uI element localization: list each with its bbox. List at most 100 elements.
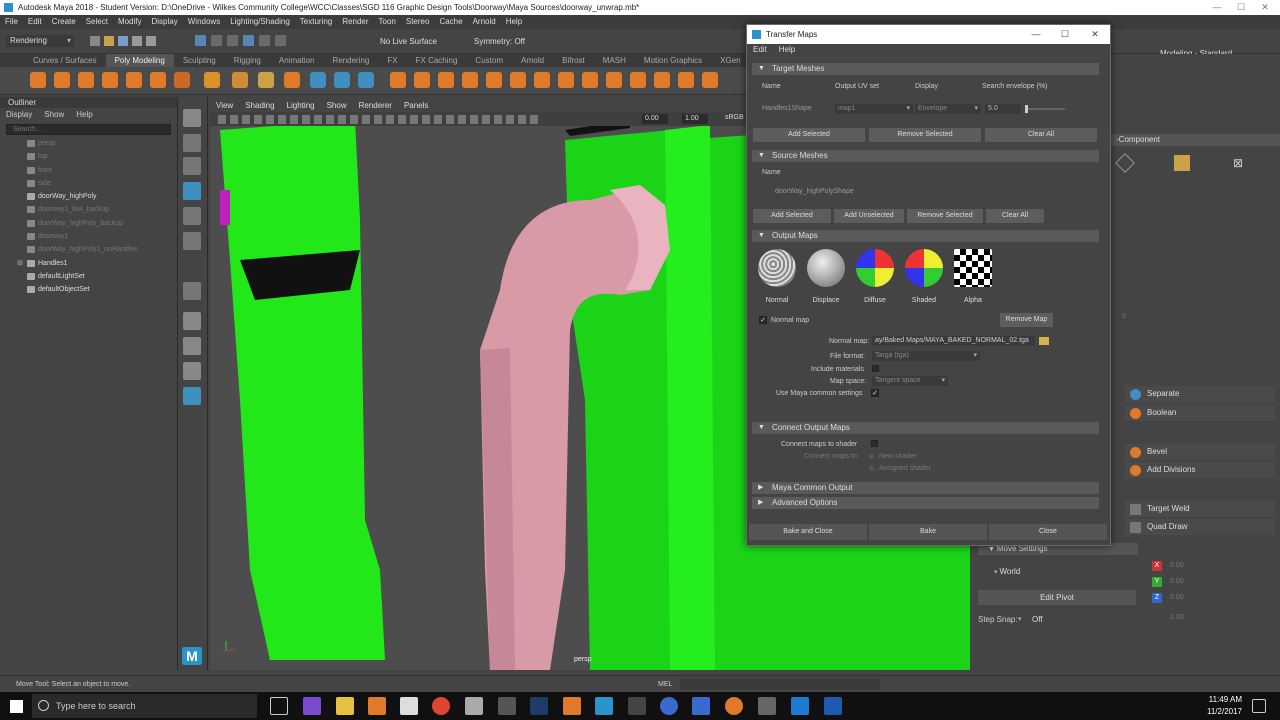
shelf-tab-poly-modeling[interactable]: Poly Modeling — [105, 54, 174, 67]
normal-map-path-input[interactable]: ay/Baked Maps/MAYA_BAKED_NORMAL_02.tga — [872, 336, 1035, 346]
outliner-search-input[interactable]: Search... — [6, 124, 171, 135]
task-view-icon[interactable] — [270, 697, 288, 715]
bool-icon[interactable] — [462, 72, 478, 88]
file-format-dropdown[interactable]: Targa (tga) — [872, 351, 980, 361]
menu-windows[interactable]: Windows — [183, 15, 225, 29]
target-weld-button[interactable]: Target Weld — [1125, 501, 1275, 517]
outliner-item-default-light-set[interactable]: defaultLightSet — [0, 270, 177, 283]
shelf-tab-rigging[interactable]: Rigging — [225, 54, 270, 67]
new-scene-icon[interactable] — [90, 36, 100, 46]
search-envelope-input[interactable]: 5.0 — [985, 104, 1021, 114]
common-settings-checkbox[interactable]: ✓ — [871, 389, 879, 397]
alpha-map-icon[interactable] — [954, 249, 992, 287]
outliner-menu-display[interactable]: Display — [0, 108, 38, 122]
shelf-tab-mash[interactable]: MASH — [594, 54, 635, 67]
vlc-icon[interactable] — [368, 697, 386, 715]
app2-icon[interactable] — [465, 697, 483, 715]
viewport-field-2[interactable]: 1.00 — [682, 114, 708, 124]
open-scene-icon[interactable] — [104, 36, 114, 46]
new-shader-radio[interactable] — [869, 454, 874, 459]
menu-arnold[interactable]: Arnold — [468, 15, 501, 29]
dialog-menu-edit[interactable]: Edit — [747, 44, 773, 56]
app6-icon[interactable] — [660, 697, 678, 715]
app5-icon[interactable] — [628, 697, 646, 715]
shaded-map-icon[interactable] — [905, 249, 943, 287]
select-by-hierarchy-icon[interactable] — [195, 35, 206, 46]
clock-date[interactable]: 11/2/2017 — [1202, 707, 1242, 716]
poly-cylinder-icon[interactable] — [78, 72, 94, 88]
menu-select[interactable]: Select — [81, 15, 113, 29]
source-add-selected-button[interactable]: Add Selected — [753, 209, 831, 223]
dialog-close-icon[interactable]: ✕ — [1080, 25, 1110, 44]
shelf-tab-animation[interactable]: Animation — [270, 54, 324, 67]
bridge-icon[interactable] — [414, 72, 430, 88]
photoshop-icon[interactable] — [530, 697, 548, 715]
taskbar-search-box[interactable]: Type here to search — [32, 694, 257, 718]
menu-file[interactable]: File — [0, 15, 23, 29]
outliner-item-doorway-highpoly1-nohandles[interactable]: doorWay_highPoly1_noHandles — [0, 243, 177, 256]
quad-draw-button[interactable]: Quad Draw — [1125, 519, 1275, 535]
file-explorer-icon[interactable] — [336, 697, 354, 715]
connect-output-maps-header[interactable]: ▼ Connect Output Maps — [752, 422, 1099, 434]
save-scene-icon[interactable] — [118, 36, 128, 46]
target-clear-all-button[interactable]: Clear All — [985, 128, 1097, 142]
insert-edge-loop-icon[interactable] — [558, 72, 574, 88]
panel-toolbar-icons[interactable] — [218, 115, 538, 124]
fill-hole-icon[interactable] — [486, 72, 502, 88]
poly-disc-icon[interactable] — [174, 72, 190, 88]
combine-icon[interactable] — [310, 72, 326, 88]
outlook-icon[interactable] — [824, 697, 842, 715]
poly-cone-icon[interactable] — [102, 72, 118, 88]
dialog-maximize-button[interactable]: ☐ — [1050, 25, 1080, 44]
shelf-tab-curves[interactable]: Curves / Surfaces — [24, 54, 106, 67]
viewport-menu-shading[interactable]: Shading — [239, 100, 280, 112]
app7-icon[interactable] — [692, 697, 710, 715]
shelf-tab-fx-caching[interactable]: FX Caching — [407, 54, 467, 67]
mirror-icon[interactable] — [654, 72, 670, 88]
app-icon[interactable] — [303, 697, 321, 715]
dialog-minimize-button[interactable]: — — [1021, 25, 1051, 44]
last-tool-icon[interactable] — [183, 282, 201, 300]
snap-curve-icon[interactable] — [259, 35, 270, 46]
outliner-layout-icon[interactable] — [183, 387, 201, 405]
poly-platonic-icon[interactable] — [204, 72, 220, 88]
clock-time[interactable]: 11:49 AM — [1208, 695, 1242, 704]
poly-cube-icon[interactable] — [54, 72, 70, 88]
outliner-item-doorway1-low-backup[interactable]: doorway1_low_backup — [0, 203, 177, 216]
display-dropdown[interactable]: Envelope — [915, 104, 981, 114]
shelf-tab-bifrost[interactable]: Bifrost — [553, 54, 594, 67]
viewport-menu-renderer[interactable]: Renderer — [353, 100, 398, 112]
bevel-icon[interactable] — [438, 72, 454, 88]
map-space-dropdown[interactable]: Tangent space — [872, 376, 948, 386]
output-uv-set-dropdown[interactable]: map1 — [835, 104, 913, 114]
slider-handle[interactable] — [1025, 105, 1028, 113]
outliner-item-top[interactable]: top — [0, 150, 177, 163]
source-clear-all-button[interactable]: Clear All — [986, 209, 1044, 223]
menu-toon[interactable]: Toon — [374, 15, 401, 29]
blender-icon[interactable] — [725, 697, 743, 715]
shelf-tab-custom[interactable]: Custom — [466, 54, 512, 67]
maximize-button[interactable]: ☐ — [1230, 0, 1252, 15]
shelf-tab-sculpting[interactable]: Sculpting — [174, 54, 225, 67]
poly-torus-icon[interactable] — [126, 72, 142, 88]
menu-lighting-shading[interactable]: Lighting/Shading — [225, 15, 295, 29]
close-window-button[interactable]: ✕ — [1254, 0, 1276, 15]
snap-grid-icon[interactable] — [243, 35, 254, 46]
expand-icon[interactable]: ⊞ — [17, 257, 23, 270]
outliner-item-doorway-highpoly-backup[interactable]: doorWay_highPoly_backup — [0, 217, 177, 230]
select-by-object-icon[interactable] — [211, 35, 222, 46]
world-dropdown[interactable]: ▾ World — [982, 565, 1132, 579]
displace-map-icon[interactable] — [807, 249, 845, 287]
target-add-selected-button[interactable]: Add Selected — [753, 128, 865, 142]
undo-icon[interactable] — [132, 36, 142, 46]
x-value[interactable]: 0.00 — [1170, 562, 1184, 569]
normal-map-icon[interactable] — [758, 249, 796, 287]
live-surface-label[interactable]: No Live Surface — [380, 37, 437, 46]
multicut-icon[interactable] — [510, 72, 526, 88]
maya-common-output-header[interactable]: ▶ Maya Common Output — [752, 482, 1099, 494]
outliner-item-doorway-highpoly[interactable]: doorWay_highPoly — [0, 190, 177, 203]
menu-display[interactable]: Display — [147, 15, 183, 29]
crease-icon[interactable] — [702, 72, 718, 88]
move-tool-icon[interactable] — [183, 182, 201, 200]
windows-start-icon[interactable] — [10, 700, 23, 713]
